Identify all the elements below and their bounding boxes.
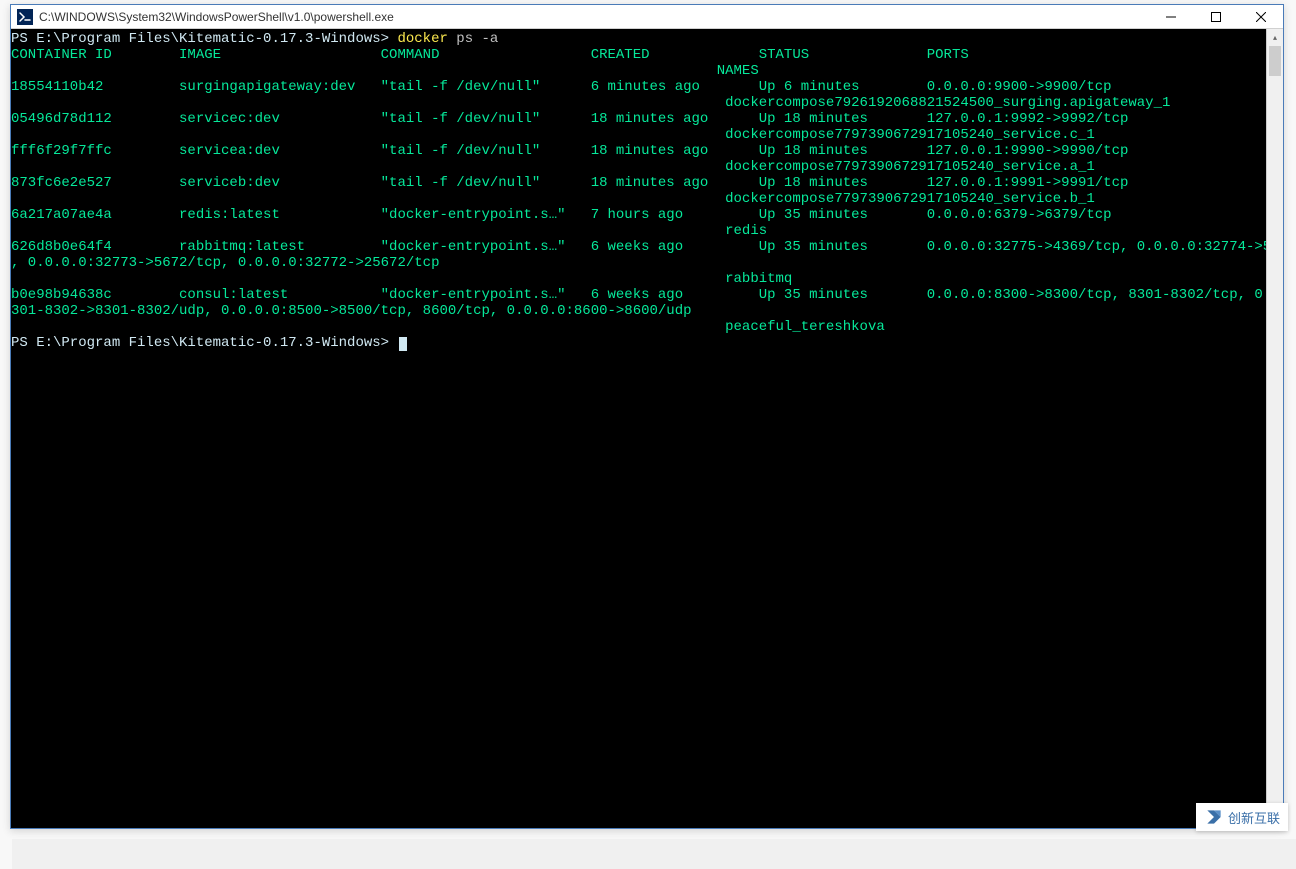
- watermark-logo-icon: [1204, 807, 1224, 827]
- minimize-button[interactable]: [1148, 5, 1193, 28]
- vertical-scrollbar[interactable]: ▴ ▾: [1266, 29, 1283, 828]
- window-controls: [1148, 5, 1283, 28]
- titlebar[interactable]: C:\WINDOWS\System32\WindowsPowerShell\v1…: [11, 5, 1283, 29]
- terminal-area[interactable]: PS E:\Program Files\Kitematic-0.17.3-Win…: [11, 29, 1266, 828]
- watermark-badge: 创新互联: [1196, 803, 1288, 831]
- close-button[interactable]: [1238, 5, 1283, 28]
- scroll-track[interactable]: [1267, 46, 1283, 811]
- window-title: C:\WINDOWS\System32\WindowsPowerShell\v1…: [39, 10, 1148, 24]
- watermark-text: 创新互联: [1228, 808, 1280, 827]
- scroll-up-arrow[interactable]: ▴: [1267, 29, 1283, 46]
- powershell-window: C:\WINDOWS\System32\WindowsPowerShell\v1…: [10, 4, 1284, 829]
- powershell-icon: [17, 9, 33, 25]
- terminal-wrapper: PS E:\Program Files\Kitematic-0.17.3-Win…: [11, 29, 1283, 828]
- scroll-thumb[interactable]: [1269, 46, 1281, 76]
- maximize-button[interactable]: [1193, 5, 1238, 28]
